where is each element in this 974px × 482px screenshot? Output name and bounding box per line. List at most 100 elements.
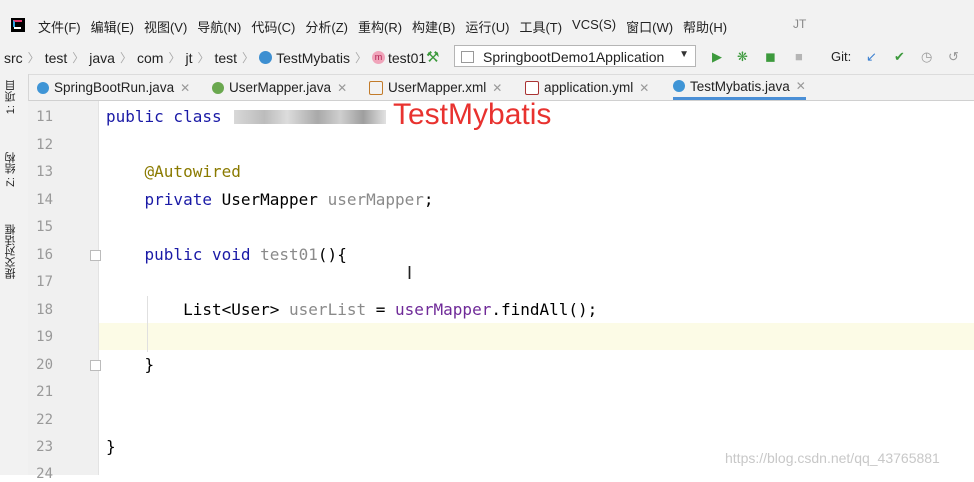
code-line-20[interactable]: }: [106, 355, 155, 374]
menu-view[interactable]: 视图(V): [144, 17, 187, 36]
chevron-right-icon: 〉: [119, 51, 132, 65]
line-number-gutter: 11 12 13 14 15 16 17 18 19 20 21 22 23 2…: [28, 101, 101, 482]
close-icon[interactable]: ✕: [180, 81, 190, 95]
class-icon: [37, 81, 49, 94]
variable-name: userList: [289, 300, 367, 319]
crumb-test-package[interactable]: test: [214, 50, 237, 66]
debug-icon[interactable]: ❋: [737, 50, 748, 63]
line-number: 18: [36, 302, 53, 318]
menu-build[interactable]: 构建(B): [412, 17, 455, 36]
crumb-java[interactable]: java: [89, 50, 115, 66]
class-icon: [673, 80, 685, 92]
intellij-logo-icon: [11, 18, 25, 32]
code-line-13[interactable]: @Autowired: [106, 162, 241, 181]
crumb-method[interactable]: test01: [388, 50, 426, 66]
crumb-jt[interactable]: jt: [185, 50, 192, 66]
tab-application-yml[interactable]: application.yml ✕: [525, 75, 649, 100]
line-number: 20: [36, 357, 53, 373]
tab-usermapper-xml[interactable]: UserMapper.xml ✕: [369, 75, 502, 100]
menu-navigate[interactable]: 导航(N): [197, 17, 241, 36]
menu-bar: 文件(F) 编辑(E) 视图(V) 导航(N) 代码(C) 分析(Z) 重构(R…: [0, 0, 974, 40]
menu-tools[interactable]: 工具(T): [519, 17, 562, 36]
type-name: UserMapper: [221, 190, 328, 209]
interface-icon: [212, 81, 224, 94]
line-number: 12: [36, 137, 53, 153]
field-name: userMapper: [327, 190, 424, 209]
history-icon[interactable]: ◷: [921, 50, 932, 63]
code-line-16[interactable]: public void test01(){: [106, 245, 347, 264]
class-icon: [259, 51, 273, 64]
tab-label: UserMapper.xml: [388, 80, 487, 95]
crumb-test[interactable]: test: [45, 50, 68, 66]
line-number: 16: [36, 247, 53, 263]
method-name: test01: [260, 245, 318, 264]
text-cursor-icon: I: [407, 263, 413, 283]
user-label: JT: [793, 17, 807, 31]
chevron-right-icon: 〉: [354, 51, 367, 65]
code-line-11[interactable]: public class: [106, 107, 222, 126]
tab-label: SpringBootRun.java: [54, 80, 175, 95]
code-line-23[interactable]: }: [106, 437, 116, 456]
fold-marker-icon[interactable]: [90, 360, 101, 371]
crumb-com[interactable]: com: [137, 50, 163, 66]
xml-file-icon: [369, 80, 383, 95]
tab-label: application.yml: [544, 80, 634, 95]
crumb-class[interactable]: TestMybatis: [276, 50, 350, 66]
menu-window[interactable]: 窗口(W): [626, 17, 673, 36]
rollback-icon[interactable]: ↺: [948, 50, 959, 63]
code-line-18[interactable]: List<User> userList = userMapper.findAll…: [106, 300, 597, 319]
menu-code[interactable]: 代码(C): [251, 17, 295, 36]
git-update-icon[interactable]: ↙: [866, 50, 877, 63]
keyword: public class: [106, 107, 222, 126]
menu-edit[interactable]: 编辑(E): [91, 17, 134, 36]
keyword: private: [144, 190, 222, 209]
run-configuration-label: SpringbootDemo1Application: [483, 49, 665, 65]
fold-marker-icon[interactable]: [90, 250, 101, 261]
chevron-right-icon: 〉: [197, 51, 210, 65]
tool-window-commit[interactable]: 提交对话框: [3, 224, 19, 279]
line-number: 11: [36, 109, 53, 125]
menu-analyze[interactable]: 分析(Z): [305, 17, 348, 36]
menu-vcs[interactable]: VCS(S): [572, 17, 616, 36]
tool-window-strip: 1: 项目 Z: 结构 提交对话框: [0, 74, 29, 475]
type-name: List<User>: [183, 300, 290, 319]
operator: =: [366, 300, 395, 319]
closing-brace: }: [144, 355, 155, 374]
line-number: 13: [36, 164, 53, 180]
field-reference: userMapper: [395, 300, 492, 319]
run-icon[interactable]: ▶: [712, 50, 722, 63]
run-configuration-select[interactable]: SpringbootDemo1Application ▼: [454, 45, 696, 67]
line-number: 24: [36, 466, 53, 482]
tab-label: UserMapper.java: [229, 80, 332, 95]
git-commit-icon[interactable]: ✔: [894, 50, 905, 63]
line-number: 17: [36, 274, 53, 290]
chevron-right-icon: 〉: [27, 51, 40, 65]
stop-icon[interactable]: ■: [795, 50, 803, 63]
tab-testmybatis[interactable]: TestMybatis.java ✕: [673, 75, 806, 100]
method-call: .findAll();: [491, 300, 598, 319]
hammer-icon[interactable]: ⚒: [426, 48, 439, 66]
annotation-overlay-text: TestMybatis: [393, 98, 552, 131]
close-icon[interactable]: ✕: [337, 81, 347, 95]
tab-usermapper-java[interactable]: UserMapper.java ✕: [212, 75, 347, 100]
line-number: 21: [36, 384, 53, 400]
coverage-icon[interactable]: ◼: [765, 50, 776, 63]
current-line-highlight: [99, 323, 974, 350]
menu-file[interactable]: 文件(F): [38, 17, 81, 36]
annotation: @Autowired: [144, 162, 241, 181]
menu-run[interactable]: 运行(U): [465, 17, 509, 36]
menu-help[interactable]: 帮助(H): [683, 17, 727, 36]
tool-window-structure[interactable]: Z: 结构: [3, 152, 19, 187]
punctuation: (){: [317, 245, 347, 264]
close-icon[interactable]: ✕: [639, 81, 649, 95]
tab-springbootrun[interactable]: SpringBootRun.java ✕: [37, 75, 190, 100]
yml-file-icon: [525, 80, 539, 95]
close-icon[interactable]: ✕: [492, 81, 502, 95]
punctuation: ;: [423, 190, 434, 209]
menu-refactor[interactable]: 重构(R): [358, 17, 402, 36]
crumb-src[interactable]: src: [4, 50, 23, 66]
tool-window-project[interactable]: 1: 项目: [3, 80, 19, 114]
close-icon[interactable]: ✕: [796, 79, 806, 93]
code-line-14[interactable]: private UserMapper userMapper;: [106, 190, 434, 209]
breadcrumb: src 〉 test 〉 java 〉 com 〉 jt 〉 test 〉 Te…: [4, 49, 426, 66]
